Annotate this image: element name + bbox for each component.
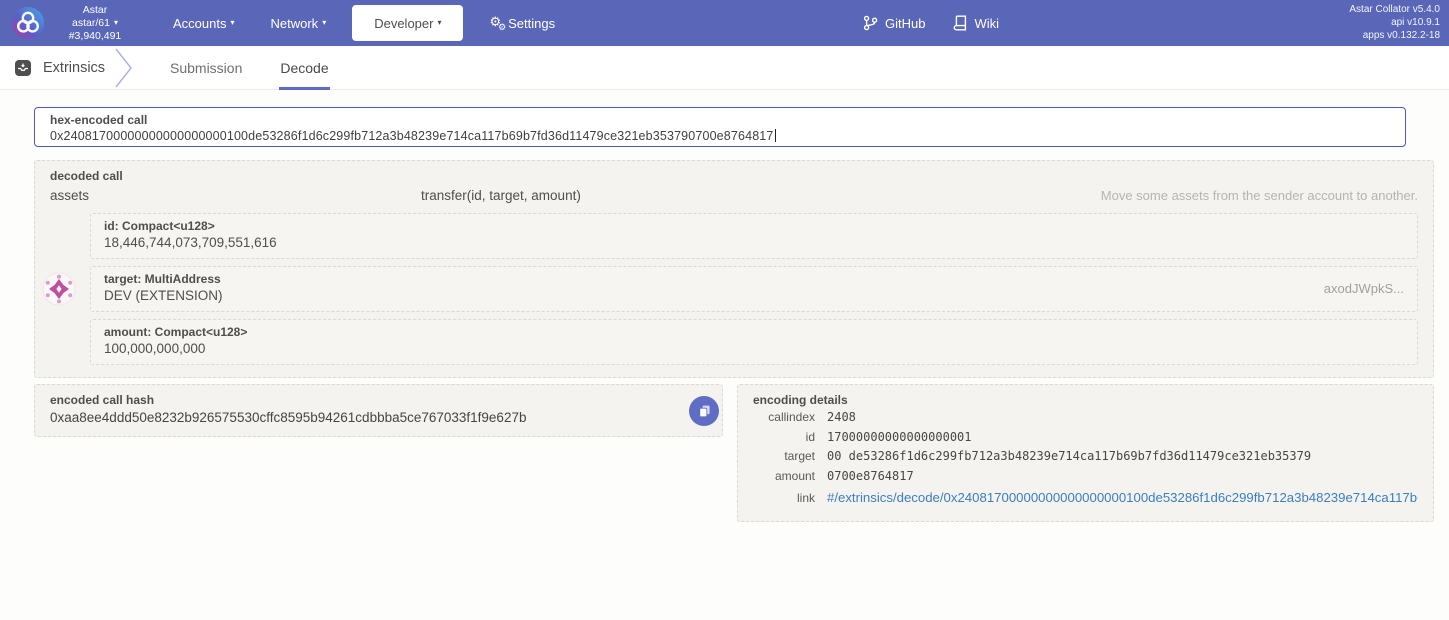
apps-version: apps v0.132.2-18: [1362, 29, 1440, 41]
chevron-down-icon: ▾: [322, 17, 327, 27]
breadcrumb-chevron-icon: [115, 48, 132, 87]
param-id-value: 18,446,744,073,709,551,616: [104, 235, 277, 250]
git-branch-icon: [863, 15, 878, 31]
chain-selector[interactable]: Astar astar/61 ▾ #3,940,491: [0, 4, 137, 43]
tab-submission[interactable]: Submission: [170, 46, 242, 90]
nav-network[interactable]: Network ▾: [253, 0, 345, 46]
nav-network-label: Network: [270, 15, 319, 31]
chevron-down-icon: ▾: [437, 17, 442, 27]
decode-page: hex-encoded call 0x240817000000000000000…: [0, 90, 1449, 522]
param-target-value: DEV (EXTENSION): [104, 288, 223, 303]
detail-value: 0700e8764817: [827, 468, 914, 483]
bottom-row: encoded call hash 0xaa8ee4ddd50e8232b926…: [34, 384, 1434, 522]
detail-key: id: [805, 429, 815, 444]
detail-row-amount: amount 0700e8764817: [753, 467, 1418, 487]
param-target: target: MultiAddress DEV (EXTENSION) axo…: [42, 266, 1418, 312]
gear-glyph-small: ⚙: [498, 22, 507, 32]
tabs: Submission Decode: [170, 46, 330, 90]
detail-value: 00 de53286f1d6c299fb712a3b48239e714ca117…: [827, 449, 1312, 463]
detail-row-id: id 17000000000000000001: [753, 428, 1418, 448]
detail-value: 2408: [827, 410, 856, 424]
nav-developer[interactable]: Developer ▾: [352, 5, 464, 41]
param-amount-value: 100,000,000,000: [104, 341, 206, 356]
wiki-label: Wiki: [974, 15, 1000, 31]
version-info: Astar Collator v5.4.0 api v10.9.1 apps v…: [1349, 4, 1440, 42]
hex-encoded-call-input[interactable]: hex-encoded call 0x240817000000000000000…: [34, 107, 1406, 147]
astar-logo-icon: [12, 7, 44, 39]
chain-node-label: astar/61: [72, 16, 110, 29]
account-identicon[interactable]: [42, 272, 76, 306]
app-root: Astar astar/61 ▾ #3,940,491 Accounts ▾ Net…: [0, 0, 1449, 522]
hex-input-text: 0x24081700000000000000000100de53286f1d6c…: [50, 129, 774, 143]
gear-icon: ⚙ ⚙: [489, 14, 506, 32]
github-link[interactable]: GitHub: [863, 15, 925, 31]
book-icon: [954, 15, 967, 31]
tab-bar: Extrinsics Submission Decode: [0, 46, 1449, 90]
nav-accounts-label: Accounts: [173, 15, 227, 31]
copy-hash-button[interactable]: [689, 395, 719, 426]
param-id: id: Compact<u128> 18,446,744,073,709,551…: [90, 213, 1418, 259]
encoded-call-hash-label: encoded call hash: [50, 393, 155, 407]
top-nav-bar: Astar astar/61 ▾ #3,940,491 Accounts ▾ Net…: [0, 0, 1449, 46]
detail-key: target: [784, 449, 815, 463]
call-method: transfer(id, target, amount): [421, 188, 581, 203]
tab-decode[interactable]: Decode: [279, 46, 330, 90]
detail-value: 17000000000000000001: [827, 429, 972, 444]
detail-row-link: link #/extrinsics/decode/0x2408170000000…: [753, 487, 1418, 509]
param-id-name: id: Compact<u128>: [104, 219, 215, 233]
nav-developer-label: Developer: [374, 15, 434, 31]
extrinsics-inbox-icon: [15, 59, 31, 76]
copy-icon: [698, 405, 710, 417]
breadcrumb: Extrinsics: [0, 59, 108, 77]
encoded-call-hash-value: 0xaa8ee4ddd50e8232b926575530cffc8595b942…: [50, 410, 527, 425]
encoded-call-hash-panel: encoded call hash 0xaa8ee4ddd50e8232b926…: [34, 384, 723, 437]
hex-input-label: hex-encoded call: [50, 113, 148, 127]
tab-submission-label: Submission: [170, 59, 243, 76]
param-amount-name: amount: Compact<u128>: [104, 325, 248, 339]
nav-settings[interactable]: ⚙ ⚙ Settings: [471, 0, 573, 46]
chevron-down-icon: ▾: [113, 17, 118, 27]
param-id-body: id: Compact<u128> 18,446,744,073,709,551…: [104, 219, 1404, 252]
breadcrumb-label: Extrinsics: [43, 59, 106, 76]
param-target-address-short: axodJWpkS...: [1323, 281, 1404, 296]
chain-node-version: astar/61 ▾: [53, 17, 137, 30]
param-target-body: target: MultiAddress DEV (EXTENSION): [104, 272, 1324, 305]
nav-accounts[interactable]: Accounts ▾: [155, 0, 253, 46]
encoding-details-panel: encoding details callindex 2408 id 17000…: [737, 384, 1434, 522]
detail-key: amount: [774, 468, 815, 483]
param-amount-body: amount: Compact<u128> 100,000,000,000: [104, 325, 1404, 358]
external-links: GitHub Wiki: [863, 0, 999, 46]
tab-decode-label: Decode: [280, 59, 329, 76]
chain-name: Astar: [82, 3, 108, 16]
detail-key: callindex: [768, 410, 815, 424]
call-description: Move some assets from the sender account…: [1100, 188, 1418, 203]
encoding-details-label: encoding details: [753, 393, 848, 407]
hex-input-value: 0x24081700000000000000000100de53286f1d6c…: [50, 128, 1390, 145]
call-signature-row: assets transfer(id, target, amount) Move…: [50, 185, 1418, 206]
api-version: api v10.9.1: [1391, 16, 1440, 28]
nav-settings-label: Settings: [508, 15, 556, 31]
main-nav: Accounts ▾ Network ▾ Developer ▾ ⚙ ⚙ Setting…: [155, 0, 573, 46]
chain-info: Astar astar/61 ▾ #3,940,491: [53, 4, 137, 43]
github-label: GitHub: [885, 15, 926, 31]
detail-row-callindex: callindex 2408: [753, 408, 1418, 428]
call-section: assets: [50, 188, 90, 203]
chevron-down-icon: ▾: [230, 17, 235, 27]
text-cursor: [774, 129, 776, 142]
decoded-call-label: decoded call: [50, 169, 123, 183]
decode-permalink[interactable]: #/extrinsics/decode/0x240817000000000000…: [827, 487, 1418, 509]
wiki-link[interactable]: Wiki: [953, 15, 999, 31]
detail-key: link: [796, 491, 815, 505]
param-amount: amount: Compact<u128> 100,000,000,000: [90, 319, 1418, 365]
chain-best-block: #3,940,491: [68, 29, 122, 42]
param-target-name: target: MultiAddress: [104, 272, 221, 286]
decoded-call-panel: decoded call assets transfer(id, target,…: [34, 160, 1434, 378]
node-version: Astar Collator v5.4.0: [1349, 4, 1440, 15]
detail-row-target: target 00 de53286f1d6c299fb712a3b48239e7…: [753, 447, 1418, 467]
